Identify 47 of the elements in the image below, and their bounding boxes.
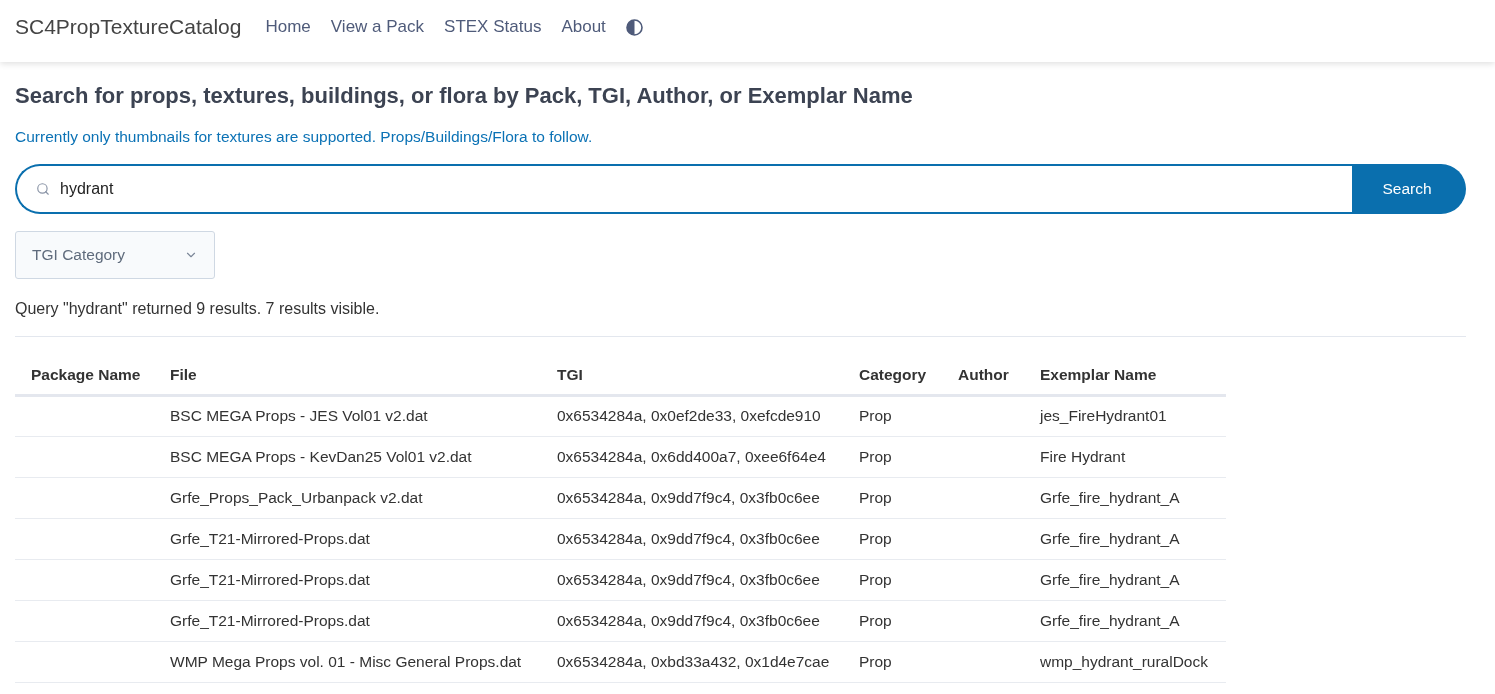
column-header: Exemplar Name [1040, 365, 1157, 383]
table-cell: 0x6534284a, 0x9dd7f9c4, 0x3fb0c6ee [557, 488, 820, 506]
nav-link[interactable]: View a Pack [330, 14, 425, 40]
table-cell: Prop [859, 488, 892, 506]
table-cell: WMP Mega Props vol. 01 - Misc General Props.dat [170, 652, 522, 670]
table-cell: Grfe_fire_hydrant_A [1040, 611, 1180, 629]
table-cell: jes_FireHydrant01 [1040, 407, 1167, 425]
table-cell: Grfe_T21-Mirrored-Props.dat [170, 611, 370, 629]
nav-link[interactable]: About [561, 14, 606, 40]
nav-link[interactable]: STEX Status [444, 14, 542, 40]
table-cell: 0x6534284a, 0x6dd400a7, 0xee6f64e4 [557, 447, 826, 465]
table-cell: Prop [859, 570, 892, 588]
page-heading: Search for props, textures, buildings, or flora by Pack, TGI, Author, or Exemplar Name [15, 82, 914, 110]
search-button[interactable]: Search [1352, 164, 1466, 214]
table-cell: 0x6534284a, 0x9dd7f9c4, 0x3fb0c6ee [557, 611, 820, 629]
table-cell: Prop [859, 407, 892, 425]
table-cell: Grfe_T21-Mirrored-Props.dat [170, 529, 370, 547]
search-field[interactable]: hydrant [15, 164, 1352, 214]
category-select[interactable]: TGI Category [15, 231, 215, 279]
table-cell: Prop [859, 611, 892, 629]
notice-text: Currently only thumbnails for textures are supported. Props/Buildings/Flora to follow. [15, 127, 594, 147]
column-header: Author [958, 365, 1009, 383]
table-cell: Grfe_fire_hydrant_A [1040, 570, 1180, 588]
table-cell: Grfe_fire_hydrant_A [1040, 488, 1180, 506]
table-cell: Prop [859, 652, 892, 670]
column-header: File [170, 365, 197, 383]
column-header: Package Name [31, 365, 141, 383]
table-cell: Grfe_Props_Pack_Urbanpack v2.dat [170, 488, 423, 506]
table-cell: Grfe_T21-Mirrored-Props.dat [170, 570, 370, 588]
contrast-icon[interactable] [625, 18, 643, 36]
table-cell: Prop [859, 447, 892, 465]
table-cell: 0x6534284a, 0x0ef2de33, 0xefcde910 [557, 407, 821, 425]
table-cell: 0x6534284a, 0x9dd7f9c4, 0x3fb0c6ee [557, 529, 820, 547]
brand-link[interactable]: SC4PropTextureCatalog [15, 11, 242, 43]
column-header: Category [859, 365, 927, 383]
table-cell: Grfe_fire_hydrant_A [1040, 529, 1180, 547]
table-cell: 0x6534284a, 0x9dd7f9c4, 0x3fb0c6ee [557, 570, 820, 588]
column-header: TGI [557, 365, 583, 383]
nav-link[interactable]: Home [265, 14, 311, 40]
table-cell: Prop [859, 529, 892, 547]
table-cell: BSC MEGA Props - JES Vol01 v2.dat [170, 407, 428, 425]
table-cell: wmp_hydrant_ruralDock [1040, 652, 1208, 670]
table-cell: 0x6534284a, 0xbd33a432, 0x1d4e7cae [557, 652, 830, 670]
table-cell: Fire Hydrant [1040, 447, 1126, 465]
table-cell: BSC MEGA Props - KevDan25 Vol01 v2.dat [170, 447, 472, 465]
search-icon [36, 182, 50, 196]
results-summary: Query "hydrant" returned 9 results. 7 results visible. [15, 299, 381, 319]
